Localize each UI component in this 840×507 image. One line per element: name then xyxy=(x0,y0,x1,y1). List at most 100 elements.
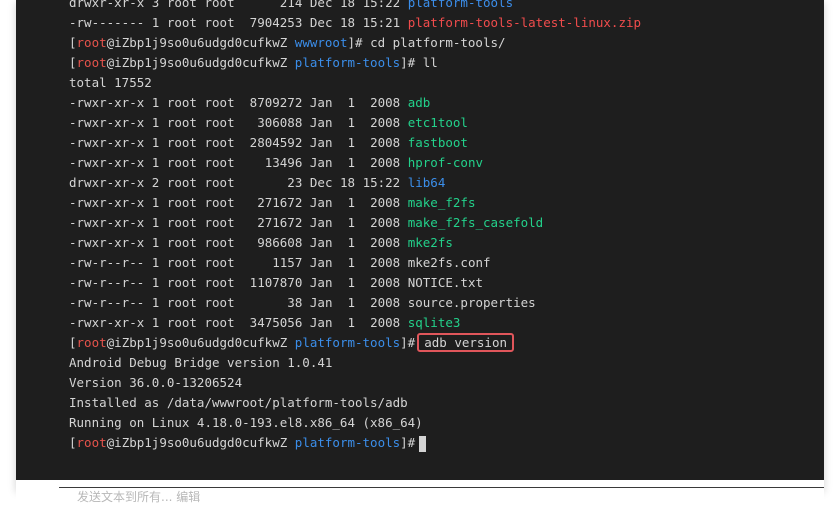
file-permissions: drwxr-xr-x xyxy=(69,175,145,190)
file-group: root xyxy=(204,215,235,230)
file-size: 986608 xyxy=(242,235,303,250)
prompt-line: [root@iZbp1j9so0u6udgd0cufkwZ platform-t… xyxy=(69,53,824,73)
file-listing-row: -rwxr-xr-x 1 root root 271672 Jan 1 2008… xyxy=(69,213,824,233)
file-permissions: drwxr-xr-x xyxy=(69,0,145,10)
file-permissions: -rw-r--r-- xyxy=(69,275,145,290)
prompt-punctuation xyxy=(235,255,243,270)
prompt-punctuation xyxy=(302,155,310,170)
prompt-punctuation xyxy=(235,15,243,30)
file-date: Jan 1 2008 xyxy=(309,95,401,110)
file-size: 214 xyxy=(242,0,303,10)
prompt-punctuation xyxy=(144,255,152,270)
prompt-punctuation xyxy=(400,215,408,230)
prompt-punctuation xyxy=(302,255,310,270)
prompt-directory: wwwroot xyxy=(294,35,348,50)
send-text-hint[interactable]: 发送文本到所有... 编辑 xyxy=(77,488,200,505)
file-name: mke2fs xyxy=(407,235,453,250)
file-owner: root xyxy=(166,115,197,130)
prompt-punctuation xyxy=(159,195,167,210)
file-permissions: -rwxr-xr-x xyxy=(69,315,145,330)
prompt-punctuation xyxy=(400,235,408,250)
prompt-punctuation xyxy=(197,115,205,130)
prompt-punctuation xyxy=(159,175,167,190)
prompt-punctuation: ]# xyxy=(400,435,416,450)
prompt-punctuation: [ xyxy=(69,335,77,350)
prompt-punctuation xyxy=(159,15,167,30)
output-text: Version 36.0.0-13206524 xyxy=(69,375,243,390)
prompt-punctuation xyxy=(302,135,310,150)
command-text: cd platform-tools/ xyxy=(370,35,506,50)
prompt-directory: platform-tools xyxy=(294,435,401,450)
file-date: Dec 18 15:22 xyxy=(309,175,401,190)
file-permissions: -rw-r--r-- xyxy=(69,295,145,310)
file-date: Jan 1 2008 xyxy=(309,235,401,250)
prompt-punctuation xyxy=(144,195,152,210)
file-name: platform-tools xyxy=(407,0,514,10)
prompt-punctuation xyxy=(144,175,152,190)
prompt-punctuation xyxy=(144,0,152,10)
file-date: Jan 1 2008 xyxy=(309,135,401,150)
prompt-line: [root@iZbp1j9so0u6udgd0cufkwZ platform-t… xyxy=(69,333,824,353)
file-owner: root xyxy=(166,135,197,150)
prompt-punctuation xyxy=(235,275,243,290)
file-owner: root xyxy=(166,215,197,230)
prompt-punctuation xyxy=(287,35,295,50)
prompt-line: [root@iZbp1j9so0u6udgd0cufkwZ wwwroot]# … xyxy=(69,33,824,53)
prompt-punctuation xyxy=(287,435,295,450)
prompt-punctuation xyxy=(159,315,167,330)
file-listing-row: drwxr-xr-x 3 root root 214 Dec 18 15:22 … xyxy=(69,0,824,13)
prompt-punctuation xyxy=(144,295,152,310)
file-permissions: -rwxr-xr-x xyxy=(69,135,145,150)
file-name: platform-tools-latest-linux.zip xyxy=(407,15,642,30)
output-line: Running on Linux 4.18.0-193.el8.x86_64 (… xyxy=(69,413,824,433)
file-owner: root xyxy=(166,255,197,270)
prompt-punctuation xyxy=(302,195,310,210)
prompt-punctuation xyxy=(287,335,295,350)
prompt-punctuation xyxy=(302,95,310,110)
prompt-punctuation xyxy=(302,115,310,130)
prompt-punctuation xyxy=(363,35,371,50)
prompt-user: root xyxy=(76,55,107,70)
terminal-window[interactable]: drwxr-xr-x 3 root root 214 Dec 18 15:22 … xyxy=(16,0,824,490)
file-name: make_f2fs xyxy=(407,195,476,210)
file-permissions: -rwxr-xr-x xyxy=(69,235,145,250)
prompt-punctuation xyxy=(400,95,408,110)
file-group: root xyxy=(204,135,235,150)
prompt-punctuation xyxy=(400,315,408,330)
file-name: make_f2fs_casefold xyxy=(407,215,544,230)
file-date: Jan 1 2008 xyxy=(309,295,401,310)
prompt-punctuation xyxy=(302,235,310,250)
prompt-punctuation: ]# xyxy=(347,35,363,50)
file-listing-row: -rw-r--r-- 1 root root 1157 Jan 1 2008 m… xyxy=(69,253,824,273)
prompt-punctuation xyxy=(144,215,152,230)
output-line: Version 36.0.0-13206524 xyxy=(69,373,824,393)
prompt-punctuation xyxy=(302,0,310,10)
highlighted-command: adb version xyxy=(417,333,515,352)
file-permissions: -rwxr-xr-x xyxy=(69,115,145,130)
prompt-punctuation: [ xyxy=(69,435,77,450)
prompt-punctuation xyxy=(144,135,152,150)
prompt-punctuation xyxy=(302,315,310,330)
prompt-punctuation xyxy=(302,275,310,290)
prompt-user: root xyxy=(76,335,107,350)
prompt-punctuation xyxy=(235,295,243,310)
file-group: root xyxy=(204,155,235,170)
prompt-punctuation xyxy=(302,15,310,30)
file-date: Jan 1 2008 xyxy=(309,155,401,170)
output-line: Android Debug Bridge version 1.0.41 xyxy=(69,353,824,373)
prompt-punctuation xyxy=(415,55,423,70)
file-date: Jan 1 2008 xyxy=(309,215,401,230)
file-permissions: -rw-r--r-- xyxy=(69,255,145,270)
prompt-punctuation xyxy=(235,315,243,330)
file-group: root xyxy=(204,115,235,130)
file-name: source.properties xyxy=(407,295,536,310)
file-listing-row: -rwxr-xr-x 1 root root 306088 Jan 1 2008… xyxy=(69,113,824,133)
output-line: Installed as /data/wwwroot/platform-tool… xyxy=(69,393,824,413)
file-group: root xyxy=(204,195,235,210)
file-date: Jan 1 2008 xyxy=(309,315,401,330)
prompt-punctuation xyxy=(400,15,408,30)
prompt-punctuation xyxy=(235,115,243,130)
prompt-host: iZbp1j9so0u6udgd0cufkwZ xyxy=(114,35,288,50)
text-cursor[interactable] xyxy=(419,435,427,452)
prompt-punctuation xyxy=(235,175,243,190)
